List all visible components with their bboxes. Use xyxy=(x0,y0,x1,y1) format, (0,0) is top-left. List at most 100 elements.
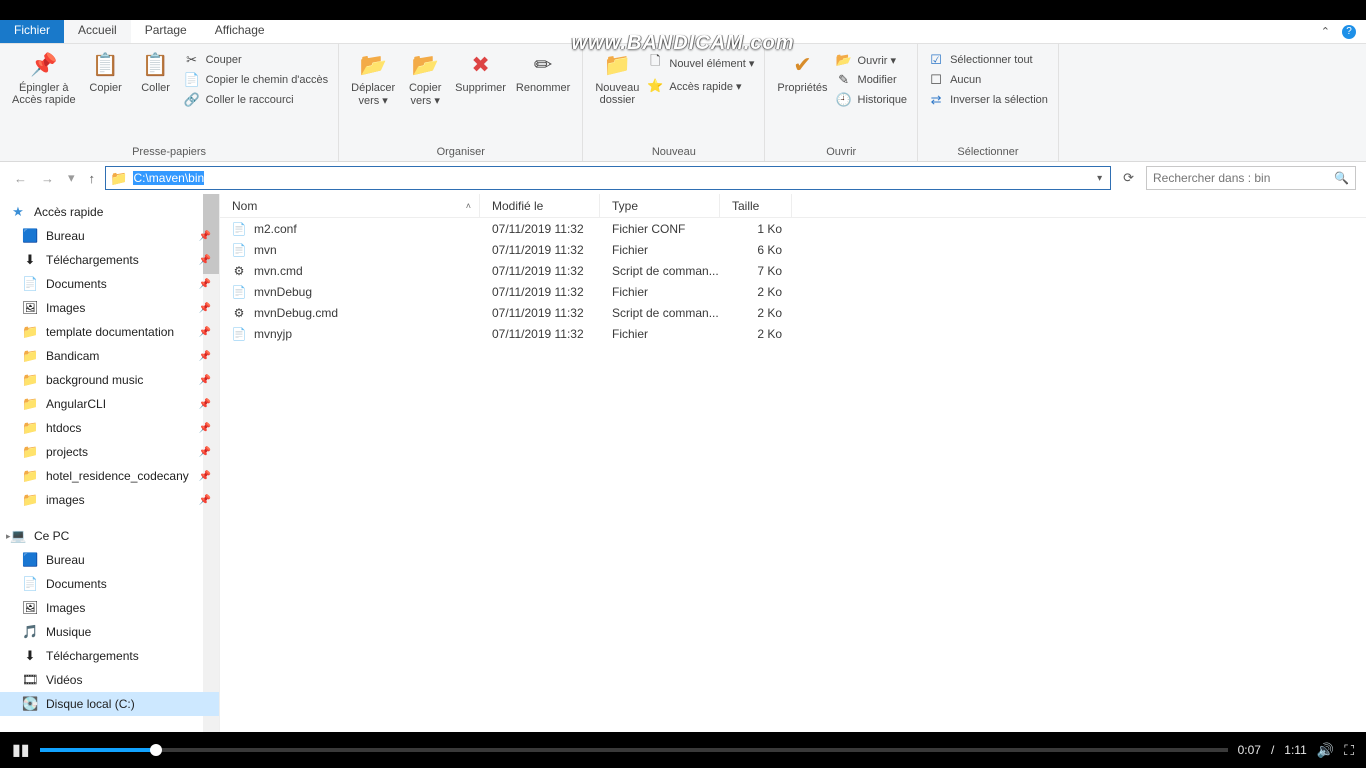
sidebar-item-label: Bandicam xyxy=(46,349,99,363)
rename-button[interactable]: ✏Renommer xyxy=(514,48,572,96)
address-dropdown-icon[interactable]: ▾ xyxy=(1093,173,1106,184)
tab-view[interactable]: Affichage xyxy=(201,20,279,43)
address-bar[interactable]: 📁 ▾ xyxy=(105,166,1111,190)
select-none-button[interactable]: ☐Aucun xyxy=(928,72,1048,88)
invert-selection-button[interactable]: ⇄Inverser la sélection xyxy=(928,92,1048,108)
sidebar-item-label: AngularCLI xyxy=(46,397,106,411)
sidebar-item-label: background music xyxy=(46,373,143,387)
file-row[interactable]: 📄mvnyjp07/11/2019 11:32Fichier2 Ko xyxy=(220,323,1366,344)
file-row[interactable]: ⚙mvn.cmd07/11/2019 11:32Script de comman… xyxy=(220,260,1366,281)
item-icon: 🎞 xyxy=(22,672,38,688)
sidebar-this-pc[interactable]: ▸💻Ce PC xyxy=(0,524,219,548)
progress-bar[interactable] xyxy=(40,748,1228,752)
paste-button[interactable]: 📋Coller xyxy=(134,48,178,96)
paste-shortcut-button[interactable]: 🔗Coller le raccourci xyxy=(184,92,329,108)
refresh-button[interactable]: ⟳ xyxy=(1117,170,1140,186)
open-button[interactable]: 📂Ouvrir ▾ xyxy=(836,52,908,68)
quick-access-icon: ⭐ xyxy=(647,78,663,94)
copy-icon: 📋 xyxy=(92,50,119,80)
back-button[interactable]: ← xyxy=(10,171,31,186)
sidebar-item[interactable]: 🟦Bureau xyxy=(0,548,219,572)
file-icon: 📄 xyxy=(232,222,246,236)
sidebar-item[interactable]: 🖼Images📌 xyxy=(0,296,219,320)
file-type: Fichier CONF xyxy=(600,222,720,236)
tab-home[interactable]: Accueil xyxy=(64,20,131,43)
tab-share[interactable]: Partage xyxy=(131,20,201,43)
group-label-open: Ouvrir xyxy=(826,144,856,159)
pin-icon: 📌 xyxy=(30,50,57,80)
sidebar-item[interactable]: 📁projects📌 xyxy=(0,440,219,464)
item-icon: 📄 xyxy=(22,276,38,292)
column-headers: Nom˄ Modifié le Type Taille xyxy=(220,194,1366,218)
file-row[interactable]: 📄mvnDebug07/11/2019 11:32Fichier2 Ko xyxy=(220,281,1366,302)
sidebar-item[interactable]: 📁hotel_residence_codecany📌 xyxy=(0,464,219,488)
sidebar-item-label: Documents xyxy=(46,277,107,291)
address-input[interactable] xyxy=(133,171,1087,185)
copy-button[interactable]: 📋Copier xyxy=(84,48,128,96)
collapse-ribbon-icon[interactable]: ⌃ xyxy=(1321,25,1330,38)
column-size[interactable]: Taille xyxy=(720,194,792,217)
move-to-button[interactable]: 📂Déplacer vers ▾ xyxy=(349,48,397,109)
fullscreen-icon[interactable]: ⛶ xyxy=(1344,742,1354,759)
pin-quick-access-button[interactable]: 📌Épingler à Accès rapide xyxy=(10,48,78,108)
tab-file[interactable]: Fichier xyxy=(0,20,64,43)
sidebar-item[interactable]: 💽Disque local (C:) xyxy=(0,692,219,716)
search-box[interactable]: 🔍 xyxy=(1146,166,1356,190)
history-button[interactable]: 🕘Historique xyxy=(836,92,908,108)
star-icon: ★ xyxy=(10,204,26,220)
properties-button[interactable]: ✔Propriétés xyxy=(775,48,829,96)
new-element-button[interactable]: 🗋Nouvel élément ▾ xyxy=(647,52,754,74)
column-type[interactable]: Type xyxy=(600,194,720,217)
forward-button[interactable]: → xyxy=(37,171,58,186)
sidebar-quick-access[interactable]: ★Accès rapide xyxy=(0,200,219,224)
recent-dropdown[interactable]: ▾ xyxy=(64,170,79,186)
delete-button[interactable]: ✖Supprimer xyxy=(453,48,508,96)
sidebar-item-label: htdocs xyxy=(46,421,81,435)
file-modified: 07/11/2019 11:32 xyxy=(480,243,600,257)
expand-icon[interactable]: ▸ xyxy=(6,531,11,542)
cut-button[interactable]: ✂Couper xyxy=(184,52,329,68)
pin-icon: 📌 xyxy=(199,495,211,506)
file-row[interactable]: 📄m2.conf07/11/2019 11:32Fichier CONF1 Ko xyxy=(220,218,1366,239)
sidebar-item[interactable]: 📁Bandicam📌 xyxy=(0,344,219,368)
group-label-clipboard: Presse-papiers xyxy=(132,144,206,159)
scissors-icon: ✂ xyxy=(184,52,200,68)
copy-path-button[interactable]: 📄Copier le chemin d'accès xyxy=(184,72,329,88)
pause-button[interactable]: ▮▮ xyxy=(12,740,30,760)
new-folder-button[interactable]: 📁Nouveau dossier xyxy=(593,48,641,108)
sidebar-item[interactable]: ⬇Téléchargements📌 xyxy=(0,248,219,272)
sidebar-item[interactable]: 📁images📌 xyxy=(0,488,219,512)
sidebar-item[interactable]: 📁AngularCLI📌 xyxy=(0,392,219,416)
modify-button[interactable]: ✎Modifier xyxy=(836,72,908,88)
sidebar-item-label: projects xyxy=(46,445,88,459)
help-icon[interactable]: ? xyxy=(1342,25,1356,39)
file-name: mvnyjp xyxy=(254,327,292,341)
copy-to-button[interactable]: 📂Copier vers ▾ xyxy=(403,48,447,109)
up-button[interactable]: ↑ xyxy=(85,171,100,186)
sidebar-item-label: Téléchargements xyxy=(46,253,139,267)
sidebar-item[interactable]: 📁template documentation📌 xyxy=(0,320,219,344)
sidebar-item[interactable]: 🟦Bureau📌 xyxy=(0,224,219,248)
volume-icon[interactable]: 🔊 xyxy=(1317,742,1334,759)
file-row[interactable]: ⚙mvnDebug.cmd07/11/2019 11:32Script de c… xyxy=(220,302,1366,323)
group-label-new: Nouveau xyxy=(652,144,696,159)
sidebar-item[interactable]: 📄Documents xyxy=(0,572,219,596)
file-row[interactable]: 📄mvn07/11/2019 11:32Fichier6 Ko xyxy=(220,239,1366,260)
file-name: m2.conf xyxy=(254,222,297,236)
sidebar-item[interactable]: 🎵Musique xyxy=(0,620,219,644)
file-size: 1 Ko xyxy=(720,222,792,236)
sidebar-item[interactable]: 🖼Images xyxy=(0,596,219,620)
sidebar-item[interactable]: 📄Documents📌 xyxy=(0,272,219,296)
item-icon: 📁 xyxy=(22,492,38,508)
select-all-button[interactable]: ☑Sélectionner tout xyxy=(928,52,1048,68)
search-input[interactable] xyxy=(1153,171,1328,185)
sidebar-item[interactable]: ⬇Téléchargements xyxy=(0,644,219,668)
column-name[interactable]: Nom˄ xyxy=(220,194,480,217)
quick-access-button[interactable]: ⭐Accès rapide ▾ xyxy=(647,78,754,94)
sidebar-item[interactable]: 🎞Vidéos xyxy=(0,668,219,692)
column-modified[interactable]: Modifié le xyxy=(480,194,600,217)
group-label-select: Sélectionner xyxy=(957,144,1018,159)
sidebar-item[interactable]: 📁htdocs📌 xyxy=(0,416,219,440)
nav-row: ← → ▾ ↑ 📁 ▾ ⟳ 🔍 xyxy=(0,162,1366,194)
sidebar-item[interactable]: 📁background music📌 xyxy=(0,368,219,392)
